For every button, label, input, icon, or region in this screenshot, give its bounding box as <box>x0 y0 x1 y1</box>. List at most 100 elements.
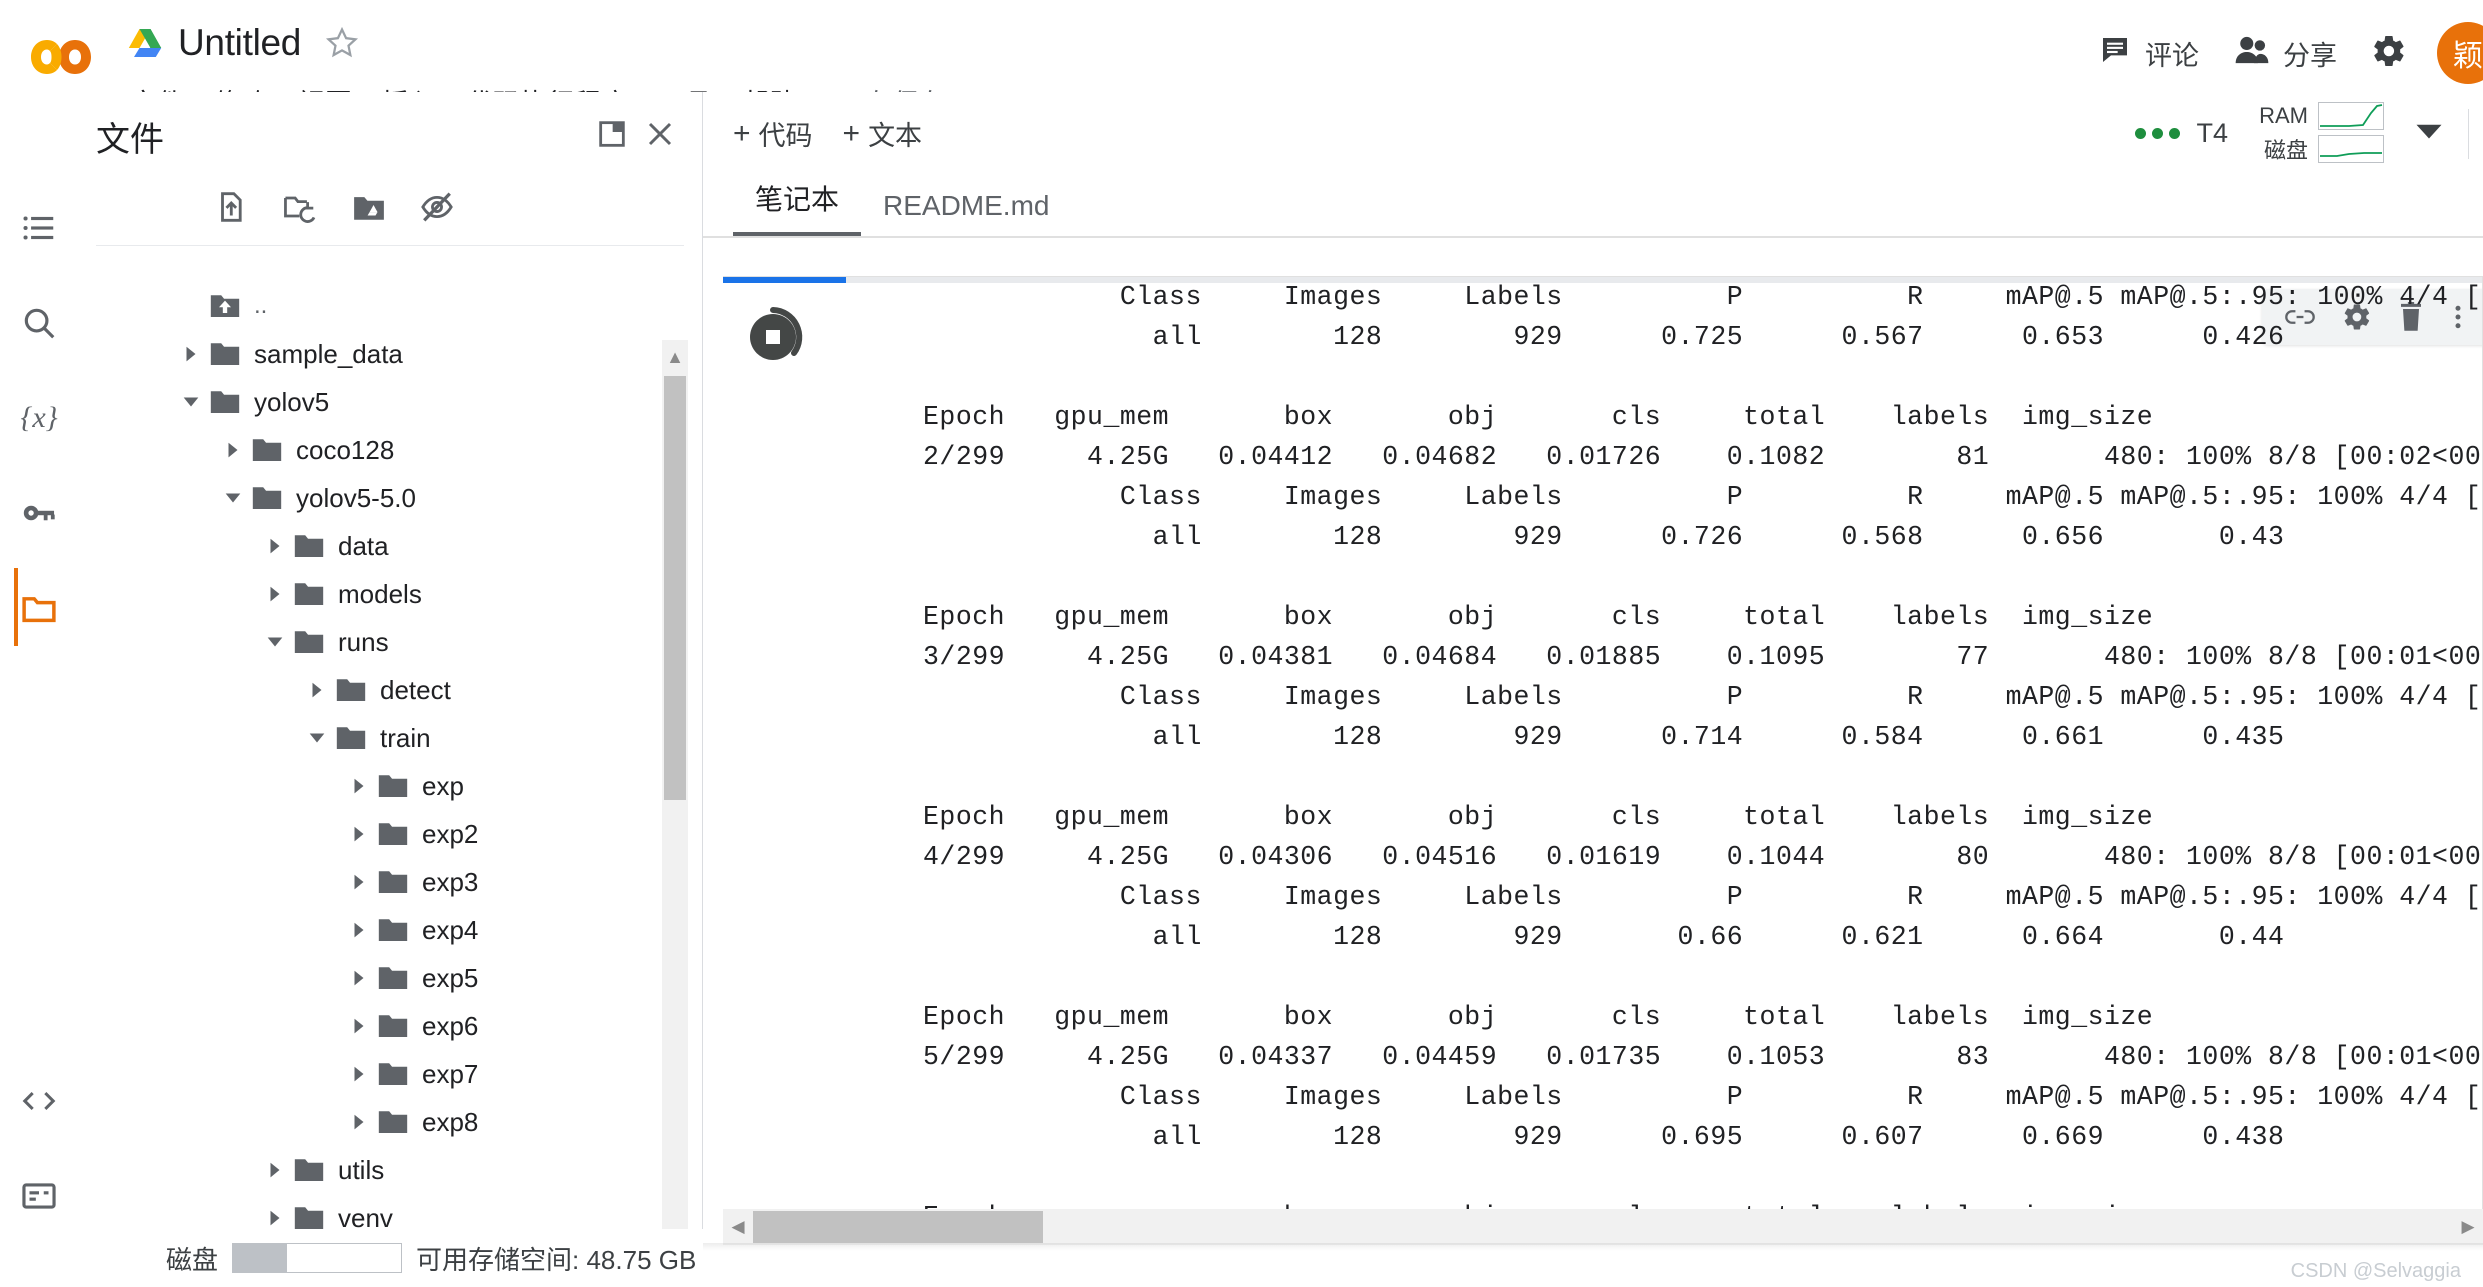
tree-item-exp4[interactable]: exp4 <box>78 906 703 954</box>
chevron-right-icon[interactable] <box>298 681 336 699</box>
chevron-right-icon[interactable] <box>340 921 378 939</box>
avatar[interactable]: 颖 <box>2437 22 2483 84</box>
tree-item-yolov5[interactable]: yolov5 <box>78 378 703 426</box>
tab-readme[interactable]: README.md <box>861 190 1071 236</box>
chevron-right-icon[interactable] <box>340 1017 378 1035</box>
document-title-row: Untitled <box>128 22 359 64</box>
folder-icon <box>378 917 408 943</box>
terminal-icon[interactable] <box>0 1148 78 1243</box>
chevron-right-icon[interactable] <box>340 969 378 987</box>
tree-item-label: exp2 <box>422 818 479 849</box>
tree-item-exp6[interactable]: exp6 <box>78 1002 703 1050</box>
tree-item-train[interactable]: train <box>78 714 703 762</box>
tree-item-runs[interactable]: runs <box>78 618 703 666</box>
scrollbar-thumb[interactable] <box>753 1211 1043 1243</box>
resource-sparklines[interactable]: RAM 磁盘 <box>2250 102 2384 165</box>
hide-hidden-files-icon[interactable] <box>420 190 454 229</box>
chevron-right-icon[interactable] <box>256 1161 294 1179</box>
app-header: Untitled 文件 修改 视图 插入 代码执行程序 工具 帮助 正在保存..… <box>0 0 2483 119</box>
code-snippets-icon[interactable] <box>0 1053 78 1148</box>
chevron-right-icon[interactable] <box>340 1065 378 1083</box>
folder-icon <box>378 773 408 799</box>
folder-icon <box>294 581 324 607</box>
colab-logo <box>30 36 98 78</box>
tree-item-models[interactable]: models <box>78 570 703 618</box>
tree-item-exp7[interactable]: exp7 <box>78 1050 703 1098</box>
upload-file-icon[interactable] <box>214 190 248 229</box>
tab-notebook[interactable]: 笔记本 <box>733 178 862 236</box>
notebook-tabs: 笔记本 README.md <box>703 175 2483 238</box>
secrets-key-icon[interactable] <box>0 465 78 560</box>
refresh-folder-icon[interactable] <box>282 190 318 229</box>
search-icon[interactable] <box>0 275 78 370</box>
tree-item-..[interactable]: .. <box>78 282 703 330</box>
divider <box>2468 108 2469 159</box>
disk-usage-bar: 磁盘 可用存储空间: 48.75 GB <box>78 1229 703 1287</box>
close-icon[interactable] <box>636 110 684 163</box>
tree-item-exp[interactable]: exp <box>78 762 703 810</box>
chevron-right-icon[interactable] <box>340 1113 378 1131</box>
people-icon <box>2235 35 2269 72</box>
chevron-down-icon[interactable] <box>172 394 210 410</box>
tree-item-exp8[interactable]: exp8 <box>78 1098 703 1146</box>
variables-icon[interactable]: {x} <box>0 370 78 465</box>
tree-item-label: models <box>338 578 422 609</box>
add-text-cell-button[interactable]: + 文本 <box>843 114 923 153</box>
scroll-left-arrow[interactable]: ◀ <box>723 1209 753 1245</box>
tree-item-exp2[interactable]: exp2 <box>78 810 703 858</box>
chevron-right-icon[interactable] <box>256 1209 294 1227</box>
add-code-cell-button[interactable]: + 代码 <box>733 114 813 153</box>
toc-icon[interactable] <box>0 180 78 275</box>
chevron-right-icon[interactable] <box>340 777 378 795</box>
settings-button[interactable] <box>2355 23 2423 84</box>
star-icon[interactable] <box>325 26 359 60</box>
chevron-down-icon[interactable] <box>2400 121 2458 146</box>
tree-item-detect[interactable]: detect <box>78 666 703 714</box>
add-code-label: 代码 <box>758 121 813 151</box>
chevron-right-icon[interactable] <box>172 345 210 363</box>
output-horizontal-scrollbar[interactable]: ◀ ▶ <box>723 1209 2483 1245</box>
comment-icon <box>2099 34 2131 73</box>
tree-item-coco128[interactable]: coco128 <box>78 426 703 474</box>
mount-drive-icon[interactable] <box>352 191 386 228</box>
tree-item-exp3[interactable]: exp3 <box>78 858 703 906</box>
page-title[interactable]: Untitled <box>178 22 301 64</box>
tree-item-sample_data[interactable]: sample_data <box>78 330 703 378</box>
folder-icon <box>210 389 240 415</box>
tree-item-label: exp4 <box>422 914 479 945</box>
stop-execution-button[interactable] <box>737 301 809 373</box>
open-in-new-window-icon[interactable] <box>588 110 636 163</box>
chevron-right-icon[interactable] <box>256 585 294 603</box>
parent-folder-icon <box>210 293 240 319</box>
files-folder-icon[interactable] <box>0 560 78 655</box>
chevron-down-icon[interactable] <box>298 730 336 746</box>
share-button[interactable]: 分享 <box>2217 26 2355 81</box>
tree-item-yolov5-5.0[interactable]: yolov5-5.0 <box>78 474 703 522</box>
ram-label: RAM <box>2259 103 2308 128</box>
scrollbar-track[interactable] <box>753 1209 2453 1245</box>
left-icon-rail: {x} <box>0 92 78 1287</box>
chevron-right-icon[interactable] <box>340 873 378 891</box>
chevron-down-icon[interactable] <box>214 490 252 506</box>
tree-item-exp5[interactable]: exp5 <box>78 954 703 1002</box>
tree-item-data[interactable]: data <box>78 522 703 570</box>
tree-item-label: exp5 <box>422 962 479 993</box>
chevron-down-icon[interactable] <box>256 634 294 650</box>
chevron-right-icon[interactable] <box>340 825 378 843</box>
chevron-right-icon[interactable] <box>256 537 294 555</box>
chevron-right-icon[interactable] <box>214 441 252 459</box>
accelerator-label: T4 <box>2196 118 2228 148</box>
comment-button[interactable]: 评论 <box>2081 26 2217 81</box>
folder-icon <box>294 1157 324 1183</box>
scroll-up-arrow[interactable]: ▲ <box>662 340 688 374</box>
folder-icon <box>294 629 324 655</box>
file-panel-toolbar <box>96 180 684 246</box>
scrollbar-thumb[interactable] <box>664 376 686 800</box>
runtime-status-bar: T4 RAM 磁盘 <box>2135 92 2469 175</box>
tree-item-utils[interactable]: utils <box>78 1146 703 1194</box>
plus-icon: + <box>733 116 751 150</box>
file-tree-scrollbar[interactable]: ▲ ▼ <box>662 340 688 1260</box>
scroll-right-arrow[interactable]: ▶ <box>2453 1209 2483 1245</box>
tree-item-label: train <box>380 722 431 753</box>
folder-icon <box>378 965 408 991</box>
